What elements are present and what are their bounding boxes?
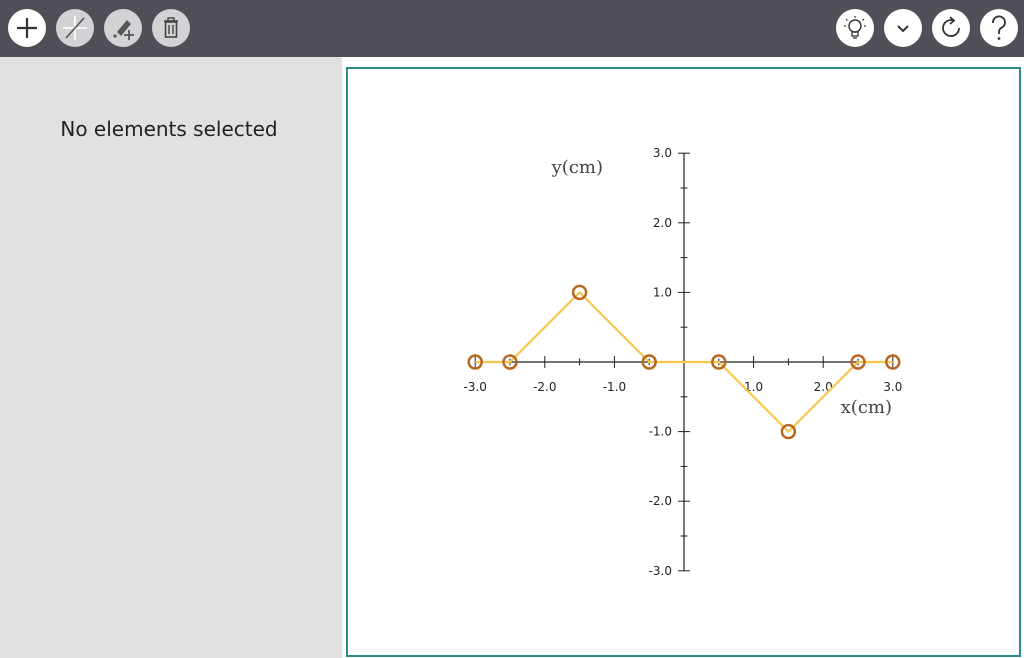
edit-button[interactable] <box>104 9 142 47</box>
y-tick-label: 3.0 <box>653 146 672 160</box>
redo-icon <box>942 16 960 37</box>
chevron-down-icon <box>897 25 909 33</box>
graph-svg[interactable]: -3.0 -2.0 -1.0 1.0 2.0 3.0 3.0 2.0 1.0 -1.0 -2.0 -3… <box>348 69 1019 655</box>
add-button[interactable] <box>8 9 46 47</box>
plus-icon <box>17 18 37 38</box>
line-tool-button[interactable] <box>56 9 94 47</box>
x-tick-label: -2.0 <box>533 380 556 394</box>
sidebar: No elements selected <box>0 57 342 658</box>
collapse-button[interactable] <box>884 9 922 47</box>
x-tick-label: -3.0 <box>463 380 486 394</box>
pen-plus-icon <box>113 20 134 40</box>
x-axis-label: x(cm) <box>841 397 892 418</box>
delete-button[interactable] <box>152 9 190 47</box>
y-tick-label: -3.0 <box>649 564 672 578</box>
y-axis-label: y(cm) <box>551 157 603 178</box>
x-tick-label: -1.0 <box>603 380 626 394</box>
toolbar <box>0 0 1024 57</box>
x-tick-label: 3.0 <box>883 380 902 394</box>
redo-button[interactable] <box>932 9 970 47</box>
help-button[interactable] <box>980 9 1018 47</box>
question-icon <box>992 15 1006 40</box>
line-tool-icon <box>63 16 87 40</box>
lightbulb-icon <box>844 16 866 39</box>
y-tick-label: -2.0 <box>649 494 672 508</box>
graph-canvas[interactable]: -3.0 -2.0 -1.0 1.0 2.0 3.0 3.0 2.0 1.0 -1.0 -2.0 -3… <box>346 67 1021 657</box>
x-tick-label: 2.0 <box>814 380 833 394</box>
hint-button[interactable] <box>836 9 874 47</box>
x-tick-label: 1.0 <box>744 380 763 394</box>
trash-icon <box>164 17 178 38</box>
y-tick-label: 2.0 <box>653 216 672 230</box>
y-tick-label: 1.0 <box>653 285 672 299</box>
no-selection-message: No elements selected <box>60 117 278 141</box>
y-tick-label: -1.0 <box>649 425 672 439</box>
